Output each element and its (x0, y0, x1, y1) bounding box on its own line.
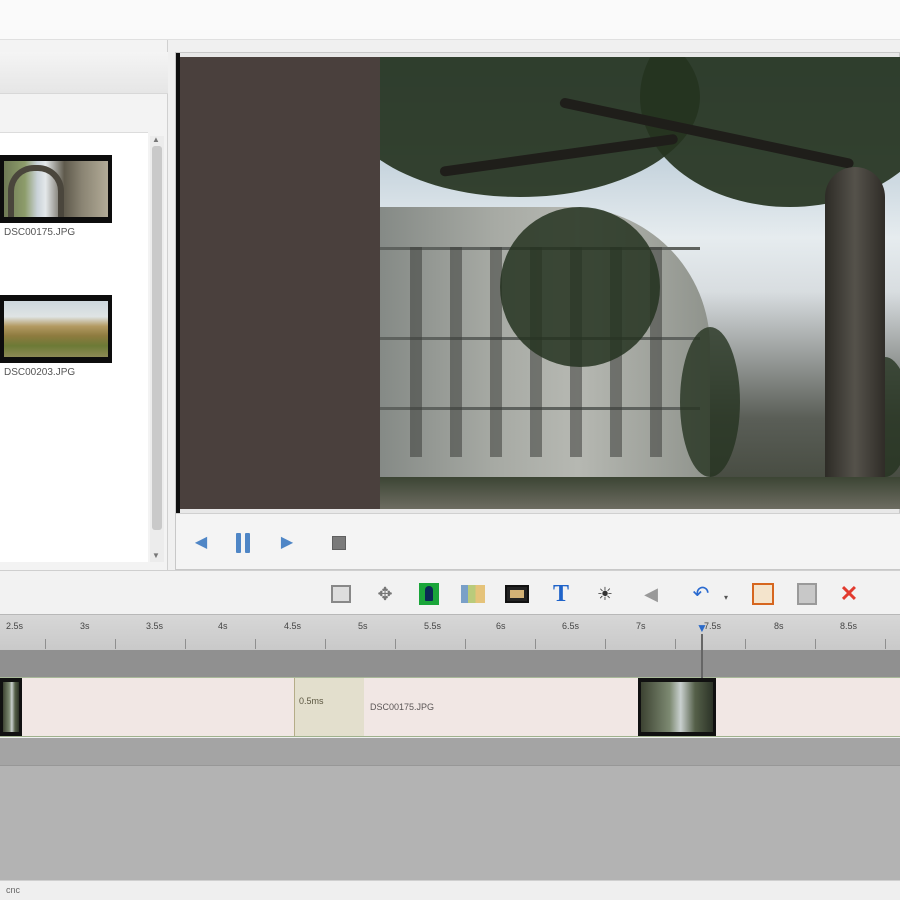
video-track: 0.5ms DSC00175.JPG (0, 677, 900, 737)
tick-label: 3s (80, 621, 90, 631)
undo-dropdown-icon[interactable]: ▾ (724, 593, 728, 602)
bookmark-icon (752, 583, 774, 605)
audio-button[interactable]: ◀ (638, 581, 664, 607)
playhead-line[interactable] (701, 634, 703, 678)
green-screen-icon (419, 583, 439, 605)
media-list: DSC00175.JPG DSC00203.JPG (0, 132, 148, 562)
tick-label: 8.5s (840, 621, 858, 631)
transition-button[interactable]: ✥ (372, 581, 398, 607)
tick-label: 4.5s (284, 621, 302, 631)
ruin-icon (4, 301, 108, 357)
playback-controls: ◀ ▶ (176, 513, 900, 569)
green-screen-button[interactable] (416, 581, 442, 607)
tick-label: 8s (774, 621, 784, 631)
video-editor-window: DSC00175.JPG DSC00203.JPG ▲ ▼ ◀ ▶ ✥ T ☀ … (0, 0, 900, 900)
timeline-ruler[interactable]: 2.5s 3s 3.5s 4s 4.5s 5s 5.5s 6s 6.5s 7s … (0, 614, 900, 650)
document-icon (797, 583, 817, 605)
preview-panel: ◀ ▶ (175, 52, 900, 570)
tick-label: 6s (496, 621, 506, 631)
step-back-button[interactable]: ◀ (190, 532, 212, 554)
status-text: cnc (6, 885, 21, 895)
playhead-marker[interactable]: ▼ (695, 622, 709, 634)
tick-label: 4s (218, 621, 228, 631)
title-bar (0, 0, 900, 40)
media-item-1[interactable]: DSC00175.JPG (0, 155, 112, 251)
delete-icon: ✕ (839, 581, 859, 606)
bookmark-button[interactable] (750, 581, 776, 607)
tick-label: 5s (358, 621, 368, 631)
arch-icon (4, 161, 108, 217)
preview-image (380, 57, 900, 509)
scrollbar-thumb[interactable] (152, 146, 162, 530)
transition-clip[interactable]: 0.5ms (294, 678, 364, 736)
media-thumbnail[interactable] (0, 295, 112, 363)
tick-label: 3.5s (146, 621, 164, 631)
audio-track (0, 738, 900, 766)
media-item-name: DSC00175.JPG (4, 227, 76, 238)
split-clip-icon (331, 585, 351, 603)
scroll-up-icon[interactable]: ▲ (152, 136, 160, 144)
media-scrollbar[interactable]: ▲ ▼ (150, 136, 164, 562)
undo-icon: ↶ (692, 583, 710, 605)
timeline-clip[interactable]: DSC00175.JPG (364, 678, 638, 736)
tick-label: 7s (636, 621, 646, 631)
film-strip-button[interactable] (504, 581, 530, 607)
text-icon: T (552, 581, 569, 607)
status-bar: cnc (0, 880, 900, 900)
film-strip-icon (505, 585, 529, 603)
step-forward-button[interactable]: ▶ (276, 532, 298, 554)
document-button[interactable] (794, 581, 820, 607)
edit-toolbar: ✥ T ☀ ◀ ↶ ▾ ✕ (0, 570, 900, 614)
tree-trunk (825, 167, 885, 509)
media-item-2[interactable]: DSC00203.JPG (0, 295, 112, 391)
stop-button[interactable] (328, 532, 350, 554)
step-back-icon: ◀ (194, 534, 208, 551)
undo-button[interactable]: ↶ (688, 581, 714, 607)
brightness-icon: ☀ (596, 584, 614, 604)
split-clip-button[interactable] (328, 581, 354, 607)
audio-icon: ◀ (644, 584, 658, 604)
stop-icon (332, 536, 346, 550)
clip-thumbnail[interactable] (0, 678, 22, 736)
tick-label: 5.5s (424, 621, 442, 631)
clip-name: DSC00175.JPG (370, 702, 435, 712)
chart-icon (461, 585, 485, 603)
scroll-down-icon[interactable]: ▼ (152, 552, 160, 560)
pause-button[interactable] (232, 532, 254, 554)
transition-icon: ✥ (377, 584, 393, 604)
media-bin-header (0, 52, 168, 94)
chart-button[interactable] (460, 581, 486, 607)
tick-label: 2.5s (6, 621, 24, 631)
delete-button[interactable]: ✕ (836, 581, 862, 607)
text-button[interactable]: T (548, 581, 574, 607)
media-item-name: DSC00203.JPG (4, 367, 76, 378)
track-header (0, 650, 900, 677)
pause-icon (236, 533, 250, 553)
clip-thumbnail[interactable] (638, 678, 716, 736)
media-thumbnail[interactable] (0, 155, 112, 223)
transition-duration: 0.5ms (299, 696, 324, 706)
timeline-clip[interactable] (716, 678, 900, 736)
step-forward-icon: ▶ (280, 534, 294, 551)
preview-transition-frame (180, 57, 380, 509)
timeline-clip[interactable] (22, 678, 294, 736)
ground (380, 477, 900, 509)
brightness-button[interactable]: ☀ (592, 581, 618, 607)
media-bin-panel: DSC00175.JPG DSC00203.JPG ▲ ▼ (0, 40, 168, 570)
tick-label: 6.5s (562, 621, 580, 631)
